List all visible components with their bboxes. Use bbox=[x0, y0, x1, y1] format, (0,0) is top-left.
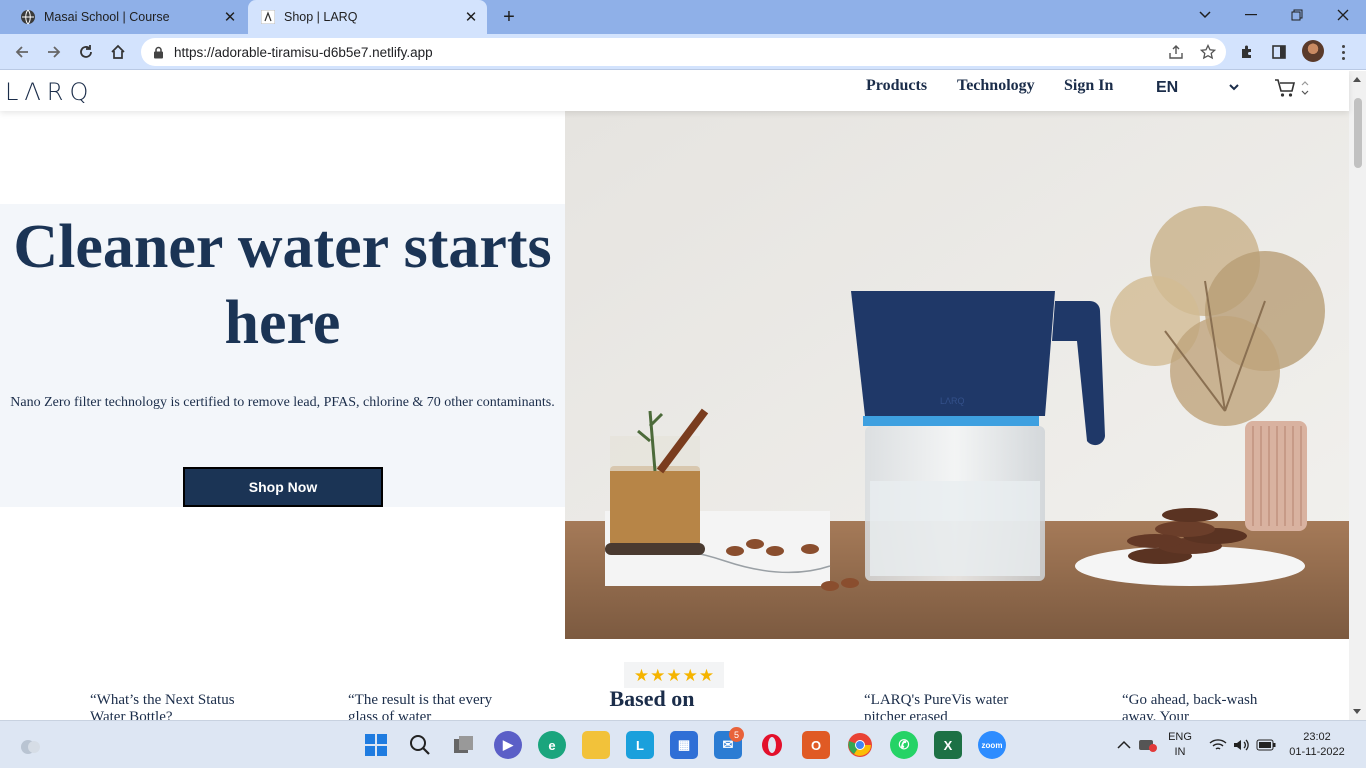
home-button[interactable] bbox=[104, 38, 132, 66]
tab-title: Masai School | Course bbox=[44, 10, 170, 24]
close-tab-icon[interactable]: ✕ bbox=[461, 7, 481, 27]
edge-browser-icon[interactable]: e bbox=[538, 731, 566, 759]
review-quote: “Go ahead, back-wash away. Your bbox=[1122, 692, 1258, 720]
larq-favicon-icon bbox=[260, 9, 276, 25]
lock-icon[interactable] bbox=[153, 46, 164, 59]
close-window-button[interactable] bbox=[1320, 0, 1366, 30]
scroll-down-icon[interactable] bbox=[1353, 709, 1361, 714]
larq-logo[interactable]: LΛRQ bbox=[5, 78, 94, 106]
clock-date[interactable]: 01-11-2022 bbox=[1282, 746, 1352, 758]
close-tab-icon[interactable]: ✕ bbox=[220, 7, 240, 27]
review-quote: “The result is that every glass of water bbox=[348, 692, 493, 720]
browser-menu-icon[interactable] bbox=[1335, 40, 1351, 64]
battery-icon[interactable] bbox=[1252, 731, 1280, 759]
review-quote: “LARQ's PureVis water pitcher erased bbox=[864, 692, 1009, 720]
globe-icon bbox=[20, 9, 36, 25]
hero-subtitle: Nano Zero filter technology is certified… bbox=[10, 395, 555, 410]
clock-time[interactable]: 23:02 bbox=[1282, 731, 1352, 743]
new-tab-button[interactable]: + bbox=[497, 5, 521, 29]
scroll-up-icon[interactable] bbox=[1353, 77, 1361, 82]
tab-search-chevron-icon[interactable] bbox=[1182, 0, 1228, 30]
tab-masai-school[interactable]: Masai School | Course ✕ bbox=[8, 0, 246, 34]
whatsapp-icon[interactable]: ✆ bbox=[890, 731, 918, 759]
task-view-icon[interactable] bbox=[450, 731, 478, 759]
site-header: LΛRQ Products Technology Sign In EN bbox=[0, 71, 1349, 111]
url-text: https://adorable-tiramisu-d6b5e7.netlify… bbox=[174, 44, 433, 60]
rating-label: Based on bbox=[609, 686, 695, 711]
back-button[interactable] bbox=[8, 38, 36, 66]
file-explorer-icon[interactable] bbox=[582, 731, 610, 759]
hero-title: Cleaner water starts here bbox=[13, 213, 552, 357]
star-icon: ★ bbox=[633, 665, 650, 685]
start-button[interactable] bbox=[362, 731, 390, 759]
language-indicator-bottom[interactable]: IN bbox=[1166, 746, 1194, 758]
windows-taskbar: ▶ e L ▦ ✉ 5 O ✆ X zoom ENG IN 23:02 01-1… bbox=[0, 720, 1366, 768]
language-indicator-top[interactable]: ENG bbox=[1166, 731, 1194, 743]
nav-sign-in-link[interactable]: Sign In bbox=[1064, 77, 1113, 95]
chrome-icon[interactable] bbox=[846, 731, 874, 759]
restore-button[interactable] bbox=[1274, 0, 1320, 30]
extensions-puzzle-icon[interactable] bbox=[1233, 38, 1261, 66]
svg-text:LΛRQ: LΛRQ bbox=[940, 396, 965, 406]
meet-muted-icon[interactable] bbox=[1134, 731, 1162, 759]
opera-icon[interactable] bbox=[758, 731, 786, 759]
cart-quantity-stepper[interactable] bbox=[1300, 77, 1310, 99]
forward-button[interactable] bbox=[40, 38, 68, 66]
scrollbar-thumb[interactable] bbox=[1354, 98, 1362, 168]
shop-now-button[interactable]: Shop Now bbox=[183, 467, 383, 507]
language-select[interactable]: EN bbox=[1156, 79, 1178, 97]
microsoft-store-icon[interactable]: ▦ bbox=[670, 731, 698, 759]
bookmark-star-icon[interactable] bbox=[1197, 42, 1219, 62]
zoom-icon[interactable]: zoom bbox=[978, 731, 1006, 759]
review-quote: “What’s the Next Status Water Bottle? bbox=[90, 692, 235, 720]
star-icon: ★ bbox=[666, 665, 682, 685]
office-icon[interactable]: O bbox=[802, 731, 830, 759]
tab-shop-larq[interactable]: Shop | LARQ ✕ bbox=[248, 0, 487, 34]
teams-chat-icon[interactable]: ▶ bbox=[494, 731, 522, 759]
search-icon[interactable] bbox=[406, 731, 434, 759]
address-bar[interactable]: https://adorable-tiramisu-d6b5e7.netlify… bbox=[141, 38, 1226, 66]
nav-products-link[interactable]: Products bbox=[866, 77, 927, 95]
browser-toolbar: https://adorable-tiramisu-d6b5e7.netlify… bbox=[0, 34, 1366, 70]
page-scrollbar[interactable] bbox=[1349, 71, 1366, 720]
reload-button[interactable] bbox=[72, 38, 100, 66]
star-rating: ★ ★ ★ ★ ★ bbox=[624, 662, 724, 688]
share-icon[interactable] bbox=[1165, 42, 1187, 62]
minimize-button[interactable] bbox=[1228, 0, 1274, 30]
side-panel-icon[interactable] bbox=[1265, 38, 1293, 66]
mail-badge: 5 bbox=[729, 727, 744, 742]
weather-icon[interactable] bbox=[16, 731, 44, 759]
star-icon: ★ bbox=[650, 665, 666, 685]
tab-title: Shop | LARQ bbox=[284, 10, 358, 24]
page-viewport: LΛRQ Products Technology Sign In EN Clea… bbox=[0, 71, 1366, 720]
excel-icon[interactable]: X bbox=[934, 731, 962, 759]
cart-icon[interactable] bbox=[1274, 77, 1296, 104]
browser-tab-strip: Masai School | Course ✕ Shop | LARQ ✕ + bbox=[0, 0, 1366, 34]
star-icon: ★ bbox=[698, 665, 715, 685]
nav-technology-link[interactable]: Technology bbox=[957, 77, 1035, 95]
chevron-down-icon[interactable] bbox=[1228, 80, 1240, 98]
larq-app-icon[interactable]: L bbox=[626, 731, 654, 759]
profile-avatar[interactable] bbox=[1302, 40, 1324, 62]
hero-product-image: LΛRQ bbox=[565, 111, 1349, 639]
star-icon: ★ bbox=[682, 665, 698, 685]
